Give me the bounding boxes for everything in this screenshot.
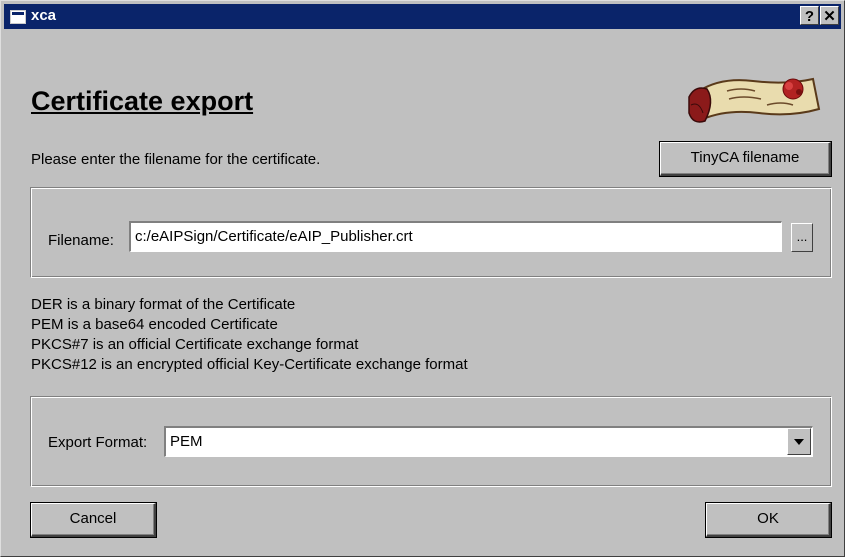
cancel-button[interactable]: Cancel: [31, 503, 156, 537]
dialog-window: xca ? ✕ Certificate export Please enter …: [0, 0, 845, 557]
browse-button[interactable]: ...: [791, 223, 813, 252]
ok-button[interactable]: OK: [706, 503, 831, 537]
help-button[interactable]: ?: [800, 6, 819, 25]
tinyca-filename-button[interactable]: TinyCA filename: [660, 142, 831, 176]
filename-input[interactable]: c:/eAIPSign/Certificate/eAIP_Publisher.c…: [129, 221, 782, 252]
page-title: Certificate export: [31, 86, 254, 116]
chevron-down-icon: [794, 439, 804, 445]
instruction-text: Please enter the filename for the certif…: [31, 151, 321, 168]
title-bar[interactable]: xca ? ✕: [4, 4, 841, 29]
format-description-der: DER is a binary format of the Certificat…: [31, 296, 296, 313]
window-icon[interactable]: [10, 10, 26, 24]
certificate-scroll-icon: [688, 77, 821, 123]
format-description-pkcs12: PKCS#12 is an encrypted official Key-Cer…: [31, 356, 468, 373]
export-format-select[interactable]: PEM: [164, 426, 813, 457]
format-description-pem: PEM is a base64 encoded Certificate: [31, 316, 278, 333]
close-button[interactable]: ✕: [820, 6, 839, 25]
filename-label: Filename:: [48, 232, 114, 249]
export-format-dropdown-button[interactable]: [787, 428, 811, 455]
export-format-value: PEM: [170, 433, 203, 450]
window-title: xca: [31, 7, 57, 24]
format-description-pkcs7: PKCS#7 is an official Certificate exchan…: [31, 336, 359, 353]
export-format-label: Export Format:: [48, 434, 148, 451]
